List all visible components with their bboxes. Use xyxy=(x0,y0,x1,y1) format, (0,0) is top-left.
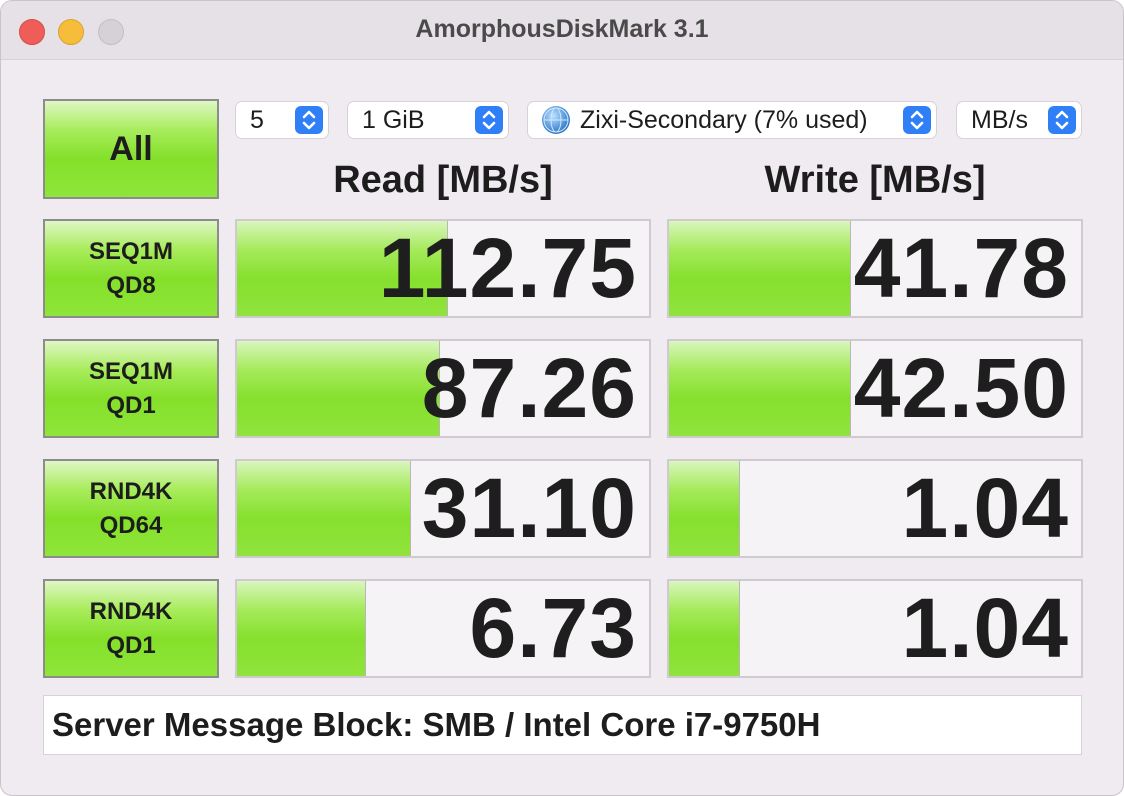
write-value: 41.78 xyxy=(853,221,1069,315)
read-value: 112.75 xyxy=(378,221,637,315)
write-column-header: Write [MB/s] xyxy=(764,159,986,201)
count-value: 5 xyxy=(250,105,264,134)
chevron-up-down-icon xyxy=(475,106,503,134)
unit-value: MB/s xyxy=(971,105,1028,134)
write-value: 1.04 xyxy=(901,581,1069,675)
comment-field[interactable]: Server Message Block: SMB / Intel Core i… xyxy=(43,695,1082,755)
read-value: 31.10 xyxy=(421,461,637,555)
test-button-seq1m-qd1[interactable]: SEQ1M QD1 xyxy=(43,339,219,438)
app-window: AmorphousDiskMark 3.1 All 5 1 GiB Zixi-S… xyxy=(0,0,1124,796)
test-button-rnd4k-qd1[interactable]: RND4K QD1 xyxy=(43,579,219,678)
test-label-line2: QD64 xyxy=(99,511,163,539)
write-result-seq1m-qd1: 42.50 xyxy=(667,339,1083,438)
test-label-line1: RND4K xyxy=(89,597,173,625)
count-select[interactable]: 5 xyxy=(235,101,329,139)
write-value: 42.50 xyxy=(853,341,1069,435)
write-result-seq1m-qd8: 41.78 xyxy=(667,219,1083,318)
unit-select[interactable]: MB/s xyxy=(956,101,1082,139)
read-result-rnd4k-qd64: 31.10 xyxy=(235,459,651,558)
read-bar xyxy=(237,581,366,676)
network-volume-icon xyxy=(542,106,570,134)
write-value: 1.04 xyxy=(901,461,1069,555)
test-label-line2: QD8 xyxy=(106,271,156,299)
write-bar xyxy=(669,341,852,436)
all-button[interactable]: All xyxy=(43,99,219,199)
read-result-rnd4k-qd1: 6.73 xyxy=(235,579,651,678)
chevron-up-down-icon xyxy=(295,106,323,134)
test-label-line1: SEQ1M xyxy=(88,357,174,385)
test-button-seq1m-qd8[interactable]: SEQ1M QD8 xyxy=(43,219,219,318)
test-label-line1: SEQ1M xyxy=(88,237,174,265)
read-result-seq1m-qd1: 87.26 xyxy=(235,339,651,438)
write-result-rnd4k-qd1: 1.04 xyxy=(667,579,1083,678)
read-bar xyxy=(237,341,440,436)
size-value: 1 GiB xyxy=(362,105,425,134)
target-volume-value: Zixi-Secondary (7% used) xyxy=(580,105,868,134)
size-select[interactable]: 1 GiB xyxy=(347,101,509,139)
read-bar xyxy=(237,461,412,556)
test-button-rnd4k-qd64[interactable]: RND4K QD64 xyxy=(43,459,219,558)
test-label-line2: QD1 xyxy=(106,391,156,419)
read-result-seq1m-qd8: 112.75 xyxy=(235,219,651,318)
write-result-rnd4k-qd64: 1.04 xyxy=(667,459,1083,558)
title-bar: AmorphousDiskMark 3.1 xyxy=(1,1,1123,60)
test-label-line2: QD1 xyxy=(106,631,156,659)
chevron-up-down-icon xyxy=(1048,106,1076,134)
target-volume-select[interactable]: Zixi-Secondary (7% used) xyxy=(527,101,937,139)
write-bar xyxy=(669,221,852,316)
chevron-up-down-icon xyxy=(903,106,931,134)
read-column-header: Read [MB/s] xyxy=(333,159,553,201)
test-label-line1: RND4K xyxy=(89,477,173,505)
write-bar xyxy=(669,461,741,556)
read-value: 87.26 xyxy=(421,341,637,435)
window-title: AmorphousDiskMark 3.1 xyxy=(415,15,709,43)
read-value: 6.73 xyxy=(469,581,637,675)
write-bar xyxy=(669,581,741,676)
